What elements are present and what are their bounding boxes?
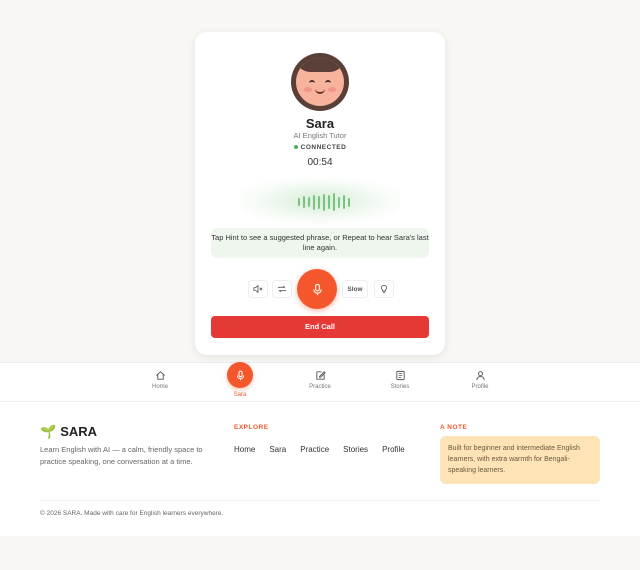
hint-message: Tap Hint to see a suggested phrase, or R… [211, 228, 429, 258]
footer-link-practice[interactable]: Practice [300, 445, 329, 454]
repeat-icon [278, 285, 286, 293]
home-icon [155, 371, 165, 380]
footer-link-home[interactable]: Home [234, 445, 255, 454]
pencil-edit-icon [315, 371, 326, 380]
call-card: Sara AI English Tutor CONNECTED 00:54 Ta… [195, 32, 445, 355]
nav-item-profile[interactable]: Profile [460, 370, 500, 390]
nav-label: Sara [233, 392, 247, 398]
slow-label: Slow [347, 285, 363, 293]
nav-item-stories[interactable]: Stories [380, 370, 420, 390]
nav-label: Profile [471, 384, 489, 390]
microphone-button[interactable] [297, 269, 337, 309]
nav-item-practice[interactable]: Practice [300, 370, 340, 390]
voice-waveform [239, 178, 401, 224]
lightbulb-icon [381, 284, 387, 293]
note-heading: A NOTE [440, 424, 468, 431]
copyright: © 2026 SARA. Made with care for English … [40, 510, 224, 517]
slow-button[interactable]: Slow [342, 280, 368, 298]
mute-button[interactable] [248, 280, 268, 298]
call-timer: 00:54 [307, 157, 333, 168]
footer-divider [40, 500, 600, 501]
nav-item-home[interactable]: Home [140, 370, 180, 390]
nav-label: Practice [309, 384, 331, 390]
user-icon [475, 371, 485, 381]
footer-description: Learn English with AI — a calm, friendly… [40, 445, 203, 466]
microphone-icon [236, 370, 244, 380]
hint-button[interactable] [374, 280, 394, 298]
footer-link-profile[interactable]: Profile [382, 445, 405, 454]
explore-heading: EXPLORE [234, 424, 269, 431]
nav-label: Home [151, 384, 168, 390]
tutor-avatar [291, 53, 349, 111]
footer-link-sara[interactable]: Sara [269, 445, 286, 454]
seedling-icon: 🌱 [40, 424, 57, 439]
microphone-icon [312, 283, 322, 295]
book-icon [395, 370, 405, 381]
connection-status: CONNECTED [195, 144, 445, 151]
bottom-nav: Home Sara Practice Stories Profile [0, 362, 640, 402]
waveform-bars [298, 193, 350, 211]
footer-link-stories[interactable]: Stories [343, 445, 368, 454]
footer-links: Home Sara Practice Stories Profile [234, 445, 405, 454]
nav-item-sara[interactable] [227, 362, 253, 388]
tutor-role: AI English Tutor [293, 131, 347, 140]
footer-brand: 🌱 SARA [40, 424, 97, 440]
end-call-button[interactable]: End Call [211, 316, 429, 338]
speaker-mute-icon [253, 284, 263, 294]
brand-name: SARA [60, 424, 98, 439]
note-box: Built for beginner and intermediate Engl… [440, 436, 600, 484]
status-dot-icon [293, 145, 298, 150]
status-label: CONNECTED [300, 144, 347, 151]
site-footer: 🌱 SARA Learn English with AI — a calm, fr… [0, 402, 640, 536]
tutor-name: Sara [305, 116, 335, 131]
nav-label: Stories [390, 384, 410, 390]
repeat-button[interactable] [272, 280, 292, 298]
